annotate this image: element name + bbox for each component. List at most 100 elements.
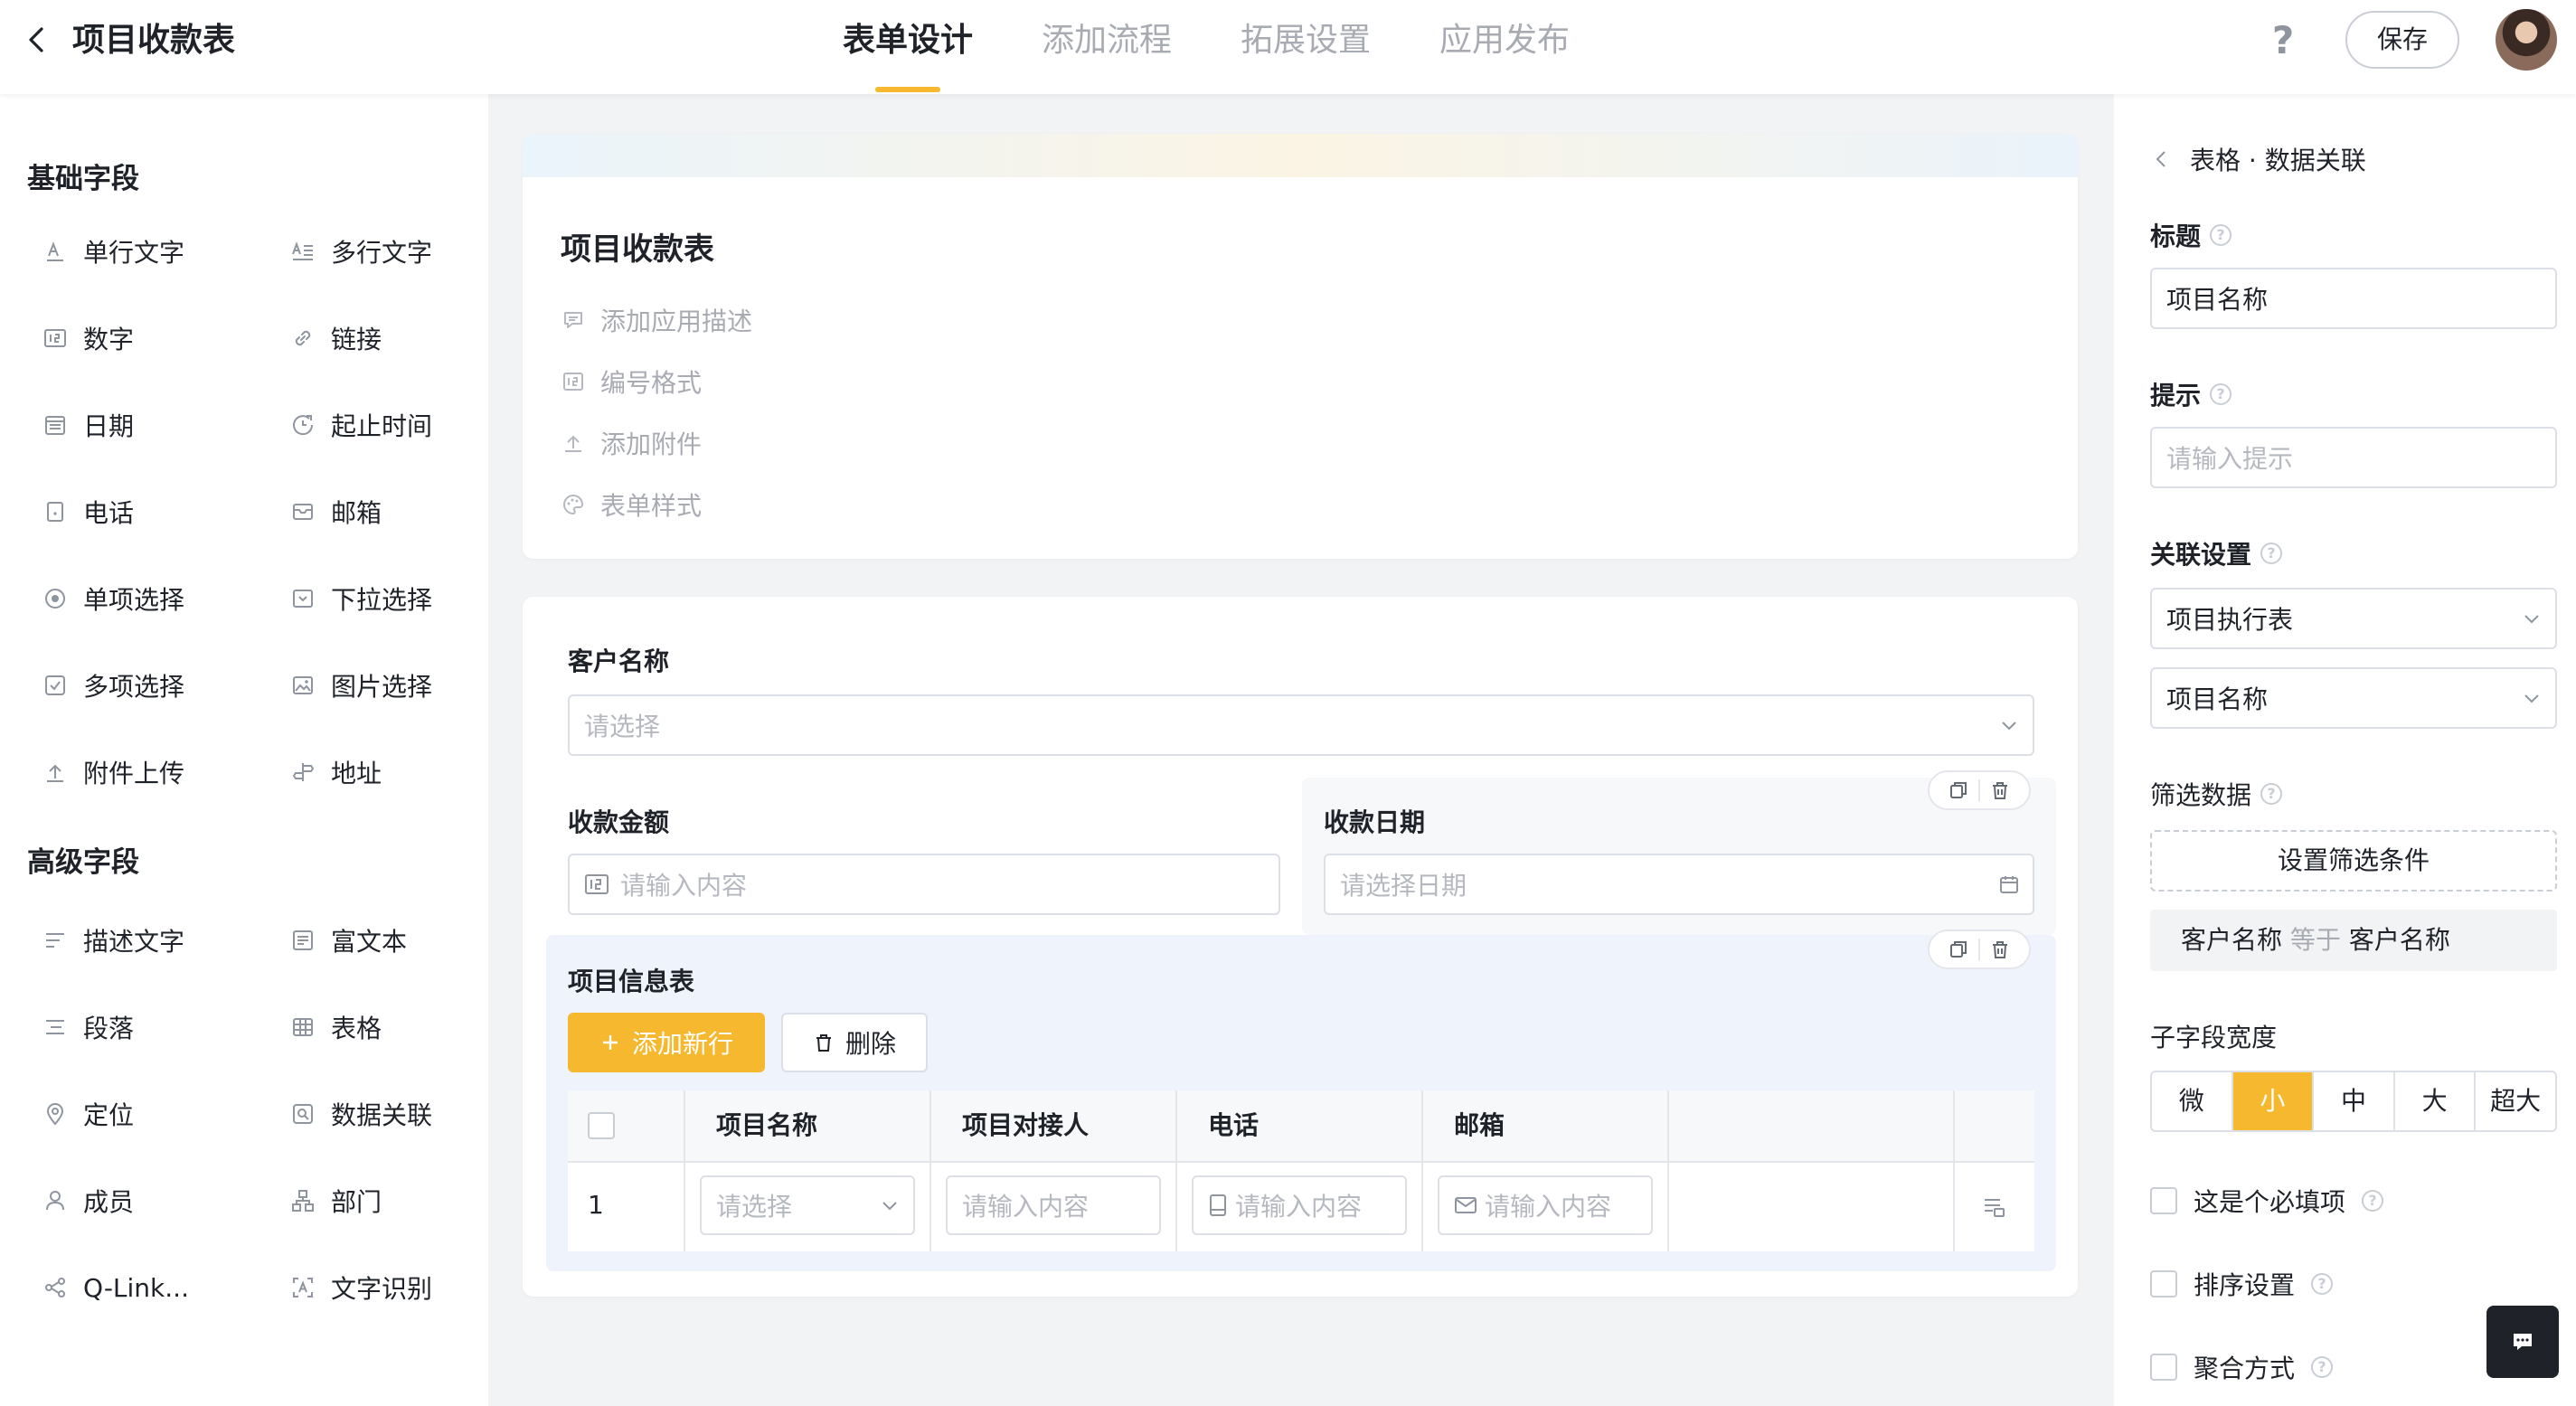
amount-placeholder: 请输入内容 <box>620 871 748 901</box>
field-address[interactable]: 地址 <box>289 750 382 794</box>
field-checkbox[interactable]: 多项选择 <box>42 664 184 707</box>
field-rich-text[interactable]: 富文本 <box>289 919 407 962</box>
number-icon <box>42 325 69 352</box>
help-circle-icon[interactable]: ? <box>2210 383 2232 405</box>
help-circle-icon[interactable]: ? <box>2260 783 2283 805</box>
field-dropdown[interactable]: 下拉选择 <box>289 577 432 620</box>
width-option-small[interactable]: 小 <box>2232 1072 2315 1130</box>
link-icon <box>289 325 316 352</box>
form-header-card[interactable]: 项目收款表 添加应用描述 编号格式 添加附件 表单样式 <box>523 134 2078 559</box>
field-location[interactable]: 定位 <box>42 1092 134 1136</box>
field-time-range[interactable]: 起止时间 <box>289 403 432 447</box>
field-member[interactable]: 成员 <box>42 1179 134 1222</box>
date-input[interactable]: 请选择日期 <box>1324 854 2034 915</box>
field-label: 描述文字 <box>83 927 185 957</box>
field-q-link[interactable]: Q-Link... <box>42 1266 189 1309</box>
help-icon[interactable]: ? <box>2260 18 2306 63</box>
share-icon <box>42 1274 69 1301</box>
field-single-line-text[interactable]: 单行文字 <box>42 230 184 273</box>
help-circle-icon[interactable]: ? <box>2260 543 2283 564</box>
number-format-link[interactable]: 编号格式 <box>561 363 702 400</box>
hint-input[interactable]: 请输入提示 <box>2150 427 2557 488</box>
trash-icon[interactable] <box>1980 772 2020 808</box>
copy-icon[interactable] <box>1939 931 1978 967</box>
title-input[interactable]: 项目名称 <box>2150 268 2557 329</box>
subtable-toolbar <box>1928 929 2031 969</box>
tab-extension-settings[interactable]: 拓展设置 <box>1241 18 1371 63</box>
select-all-checkbox[interactable] <box>588 1112 615 1139</box>
add-app-description-link[interactable]: 添加应用描述 <box>561 302 752 338</box>
field-paragraph[interactable]: 段落 <box>42 1005 134 1049</box>
field-ocr[interactable]: 文字识别 <box>289 1266 432 1309</box>
number-format-icon <box>561 369 586 394</box>
chat-button[interactable] <box>2486 1306 2559 1378</box>
form-style-link[interactable]: 表单样式 <box>561 486 702 523</box>
sort-checkbox[interactable] <box>2150 1270 2177 1297</box>
number-icon <box>584 872 613 897</box>
relation-field-select[interactable]: 项目名称 <box>2150 667 2557 729</box>
help-circle-icon[interactable]: ? <box>2311 1356 2334 1378</box>
help-circle-icon[interactable]: ? <box>2210 224 2232 246</box>
field-date[interactable]: 日期 <box>42 403 134 447</box>
help-circle-icon[interactable]: ? <box>2362 1190 2384 1212</box>
field-radio[interactable]: 单项选择 <box>42 577 184 620</box>
form-title[interactable]: 项目收款表 <box>561 224 714 269</box>
required-option[interactable]: 这是个必填项 ? <box>2150 1183 2384 1219</box>
row-project-contact-input[interactable]: 请输入内容 <box>946 1175 1161 1235</box>
field-label: 数字 <box>83 325 135 354</box>
breadcrumb[interactable]: 表格 · 数据关联 <box>2152 141 2366 177</box>
width-option-medium[interactable]: 中 <box>2314 1072 2395 1130</box>
row-project-name-select[interactable]: 请选择 <box>700 1175 915 1235</box>
field-data-link[interactable]: 数据关联 <box>289 1092 432 1136</box>
image-icon <box>289 672 316 699</box>
customer-name-select[interactable]: 请选择 <box>568 694 2034 756</box>
rich-text-icon <box>289 927 316 954</box>
field-upload[interactable]: 附件上传 <box>42 750 184 794</box>
field-label: 起止时间 <box>331 411 433 441</box>
mail-icon <box>289 498 316 525</box>
column-divider <box>1175 1090 1177 1251</box>
save-button[interactable]: 保存 <box>2345 11 2459 69</box>
avatar[interactable] <box>2496 9 2557 71</box>
filter-rule[interactable]: 客户名称 等于 客户名称 <box>2150 910 2557 971</box>
basic-fields-title: 基础字段 <box>27 163 139 195</box>
field-label: 日期 <box>83 411 135 441</box>
field-phone[interactable]: 电话 <box>42 490 134 533</box>
field-description[interactable]: 描述文字 <box>42 919 184 962</box>
field-multi-line-text[interactable]: 多行文字 <box>289 230 432 273</box>
multi-line-text-icon <box>289 238 316 265</box>
tab-add-workflow[interactable]: 添加流程 <box>1042 18 1172 63</box>
relation-table-select[interactable]: 项目执行表 <box>2150 588 2557 649</box>
width-option-large[interactable]: 大 <box>2395 1072 2477 1130</box>
width-option-tiny[interactable]: 微 <box>2152 1072 2233 1130</box>
help-circle-icon[interactable]: ? <box>2311 1273 2334 1295</box>
back-icon[interactable] <box>20 22 56 58</box>
aggregate-option[interactable]: 聚合方式 ? <box>2150 1349 2334 1385</box>
tab-app-publish[interactable]: 应用发布 <box>1439 18 1570 63</box>
sort-option[interactable]: 排序设置 ? <box>2150 1266 2334 1302</box>
field-table[interactable]: 表格 <box>289 1005 382 1049</box>
row-phone-input[interactable]: 请输入内容 <box>1192 1175 1407 1235</box>
copy-icon[interactable] <box>1939 772 1978 808</box>
required-checkbox[interactable] <box>2150 1187 2177 1214</box>
field-link[interactable]: 链接 <box>289 316 382 360</box>
trash-icon[interactable] <box>1980 931 2020 967</box>
field-image[interactable]: 图片选择 <box>289 664 432 707</box>
delete-rows-button[interactable]: 删除 <box>781 1013 928 1072</box>
comment-icon <box>561 307 586 333</box>
field-label: Q-Link... <box>83 1272 189 1303</box>
amount-input[interactable]: 请输入内容 <box>568 854 1280 915</box>
field-mail[interactable]: 邮箱 <box>289 490 382 533</box>
row-email-input[interactable]: 请输入内容 <box>1438 1175 1653 1235</box>
set-filter-button[interactable]: 设置筛选条件 <box>2150 830 2557 892</box>
field-number[interactable]: 数字 <box>42 316 134 360</box>
width-option-xlarge[interactable]: 超大 <box>2476 1072 2555 1130</box>
tab-form-design[interactable]: 表单设计 <box>843 18 973 63</box>
required-label: 这是个必填项 <box>2194 1187 2346 1217</box>
relation-label-text: 关联设置 <box>2150 540 2252 570</box>
aggregate-checkbox[interactable] <box>2150 1354 2177 1381</box>
row-detail-icon[interactable] <box>1980 1194 2007 1221</box>
add-row-button[interactable]: 添加新行 <box>568 1013 765 1072</box>
add-attachment-link[interactable]: 添加附件 <box>561 425 702 461</box>
field-department[interactable]: 部门 <box>289 1179 382 1222</box>
